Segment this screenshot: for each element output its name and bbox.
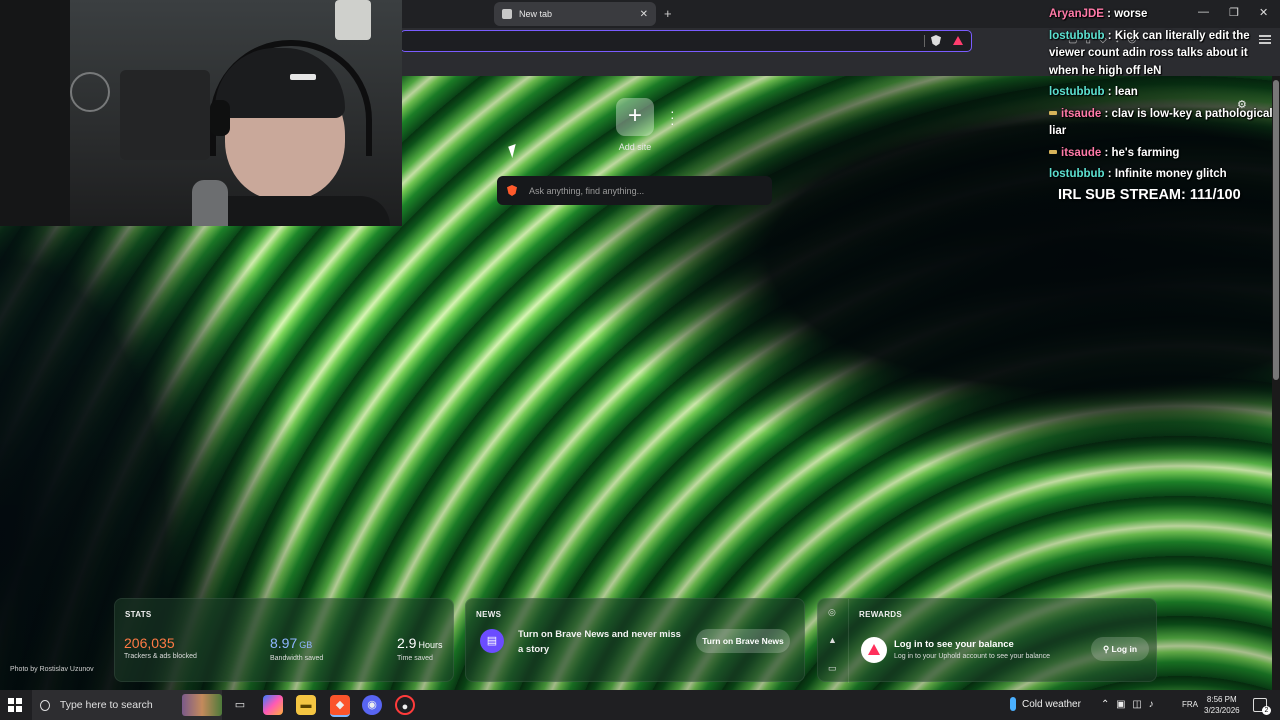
chat-message: AryanJDE : worse [1049, 8, 1148, 20]
rewards-bat-icon[interactable]: ▲ [828, 635, 837, 645]
chat-message: lostubbub : Infinite money glitch [1049, 168, 1227, 180]
file-explorer-icon[interactable]: ▬ [296, 695, 316, 715]
obs-icon[interactable]: ● [395, 695, 415, 715]
add-site-button[interactable]: + [616, 98, 654, 136]
tab-close-icon[interactable]: ✕ [640, 9, 648, 20]
taskbar-search-input[interactable] [57, 698, 182, 712]
stat-trackers: 206,035 Trackers & ads blocked [124, 635, 197, 660]
top-sites-menu-icon[interactable]: · · · [670, 104, 675, 130]
chat-message: itsaude : clav is low-key a pathological… [1049, 107, 1273, 137]
rewards-title: REWARDS [859, 610, 902, 619]
task-view-icon[interactable]: ▭ [230, 695, 250, 715]
rewards-widget: ◎ ▲ ▭ REWARDS Log in to see your balance… [817, 598, 1157, 683]
address-bar[interactable] [400, 30, 972, 52]
chat-message: lostubbub : Kick can literally edit the … [1049, 29, 1250, 77]
brave-search-icon [507, 185, 517, 196]
notification-count: 2 [1262, 706, 1271, 715]
page-scrollbar[interactable] [1272, 76, 1280, 690]
stat-time: 2.9 Hours Time saved [397, 635, 443, 662]
thermometer-icon [1010, 697, 1016, 712]
taskbar-search[interactable] [32, 690, 222, 720]
photo-credit[interactable]: Photo by Rostislav Uzunov [10, 666, 94, 673]
copilot-icon[interactable] [263, 695, 283, 715]
chat-badge-icon [1049, 111, 1057, 116]
start-button[interactable] [8, 698, 22, 712]
stats-title: STATS [125, 610, 152, 619]
news-title: NEWS [476, 610, 502, 619]
rewards-shield-icon[interactable]: ◎ [828, 607, 836, 618]
search-highlight-image[interactable] [181, 694, 222, 716]
new-tab-button[interactable]: + [664, 6, 672, 21]
chat-badge-icon [1049, 150, 1057, 155]
brave-rewards-icon[interactable] [953, 36, 963, 45]
tab-title: New tab [519, 9, 553, 19]
ntp-search-box[interactable] [497, 176, 772, 205]
news-icon: ▤ [480, 629, 504, 653]
taskbar-clock[interactable]: 8:56 PM 3/23/2026 [1204, 694, 1240, 716]
stream-chat-overlay: AryanJDE : worse lostubbub : Kick can li… [1049, 6, 1273, 188]
system-tray-icons[interactable]: ⌃ ▣ ◫ ♪ [1101, 690, 1156, 720]
add-site-label: Add site [618, 142, 652, 152]
ntp-search-input[interactable] [527, 184, 751, 197]
scrollbar-thumb[interactable] [1273, 80, 1279, 380]
tab-new-tab[interactable]: New tab ✕ [494, 2, 656, 26]
rewards-card-icon[interactable]: ▭ [828, 663, 837, 674]
news-promo-text: Turn on Brave News and never miss a stor… [518, 629, 681, 655]
webcam-overlay [0, 0, 402, 226]
news-widget: NEWS ▤ Turn on Brave News and never miss… [465, 598, 805, 682]
language-indicator[interactable]: FRA [1182, 690, 1198, 720]
rewards-login-button[interactable]: ⚲ Log in [1091, 637, 1149, 661]
rewards-heading: Log in to see your balance [894, 639, 1014, 650]
brave-browser-icon[interactable]: ◆ [330, 695, 350, 717]
brave-shields-icon[interactable] [931, 35, 941, 46]
bat-logo-icon [861, 637, 887, 663]
chat-message: itsaude : he's farming [1049, 145, 1273, 163]
rewards-subtext: Log in to your Uphold account to see you… [894, 653, 1051, 660]
turn-on-news-button[interactable]: Turn on Brave News [696, 629, 790, 653]
stat-bandwidth: 8.97 GB Bandwidth saved [270, 635, 324, 662]
weather-widget[interactable]: Cold weather [1010, 690, 1081, 720]
sub-goal-counter: IRL SUB STREAM: 111/100 [1058, 187, 1241, 203]
chat-message: lostubbub : lean [1049, 86, 1138, 98]
discord-icon[interactable]: ◉ [362, 695, 382, 715]
tab-favicon-icon [502, 9, 512, 19]
rewards-side-nav: ◎ ▲ ▭ [818, 599, 849, 683]
search-icon [40, 699, 50, 711]
windows-taskbar: ▭ ▬ ◆ ◉ ● Cold weather ⌃ ▣ ◫ ♪ FRA 8:56 … [0, 690, 1280, 720]
stats-widget: STATS 206,035 Trackers & ads blocked 8.9… [114, 598, 454, 682]
